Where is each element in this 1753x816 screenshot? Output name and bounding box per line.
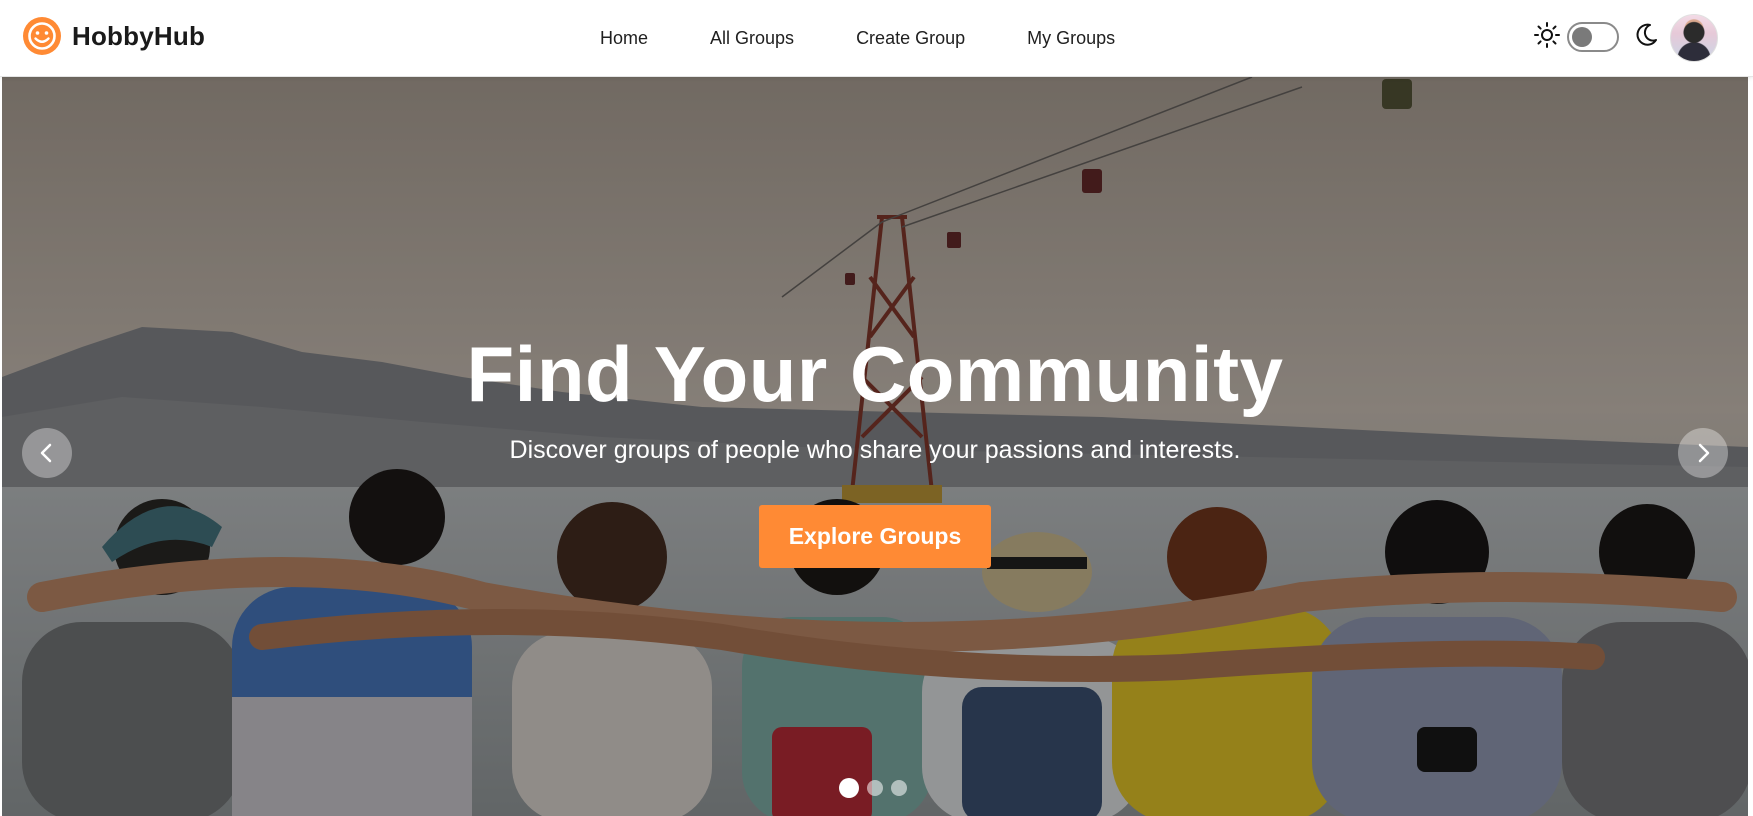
hero-subtitle: Discover groups of people who share your…	[509, 435, 1241, 464]
nav-link-all-groups[interactable]: All Groups	[710, 24, 794, 53]
moon-icon	[1636, 23, 1657, 46]
carousel-dot-2[interactable]	[867, 780, 883, 796]
smiley-face-icon	[23, 17, 61, 55]
nav-link-my-groups[interactable]: My Groups	[1027, 24, 1115, 53]
hero-title: Find Your Community	[466, 330, 1284, 418]
sun-icon	[1534, 22, 1560, 48]
toggle-knob	[1572, 27, 1592, 47]
brand-name: HobbyHub	[72, 20, 206, 51]
carousel-prev-button[interactable]	[22, 428, 72, 478]
hero-content: Find Your Community Discover groups of p…	[2, 330, 1748, 568]
theme-toggle[interactable]	[1567, 22, 1619, 52]
brand-home-link[interactable]: HobbyHub	[22, 16, 205, 56]
nav-link-create-group[interactable]: Create Group	[856, 24, 965, 53]
chevron-left-icon	[40, 443, 52, 463]
explore-groups-button[interactable]: Explore Groups	[758, 504, 992, 568]
user-avatar[interactable]	[1670, 14, 1718, 62]
chevron-right-icon	[1698, 443, 1710, 463]
top-navbar: HobbyHub Home All Groups Create Group My…	[0, 0, 1753, 77]
carousel-dot-1[interactable]	[839, 778, 859, 798]
carousel-dot-3[interactable]	[891, 780, 907, 796]
nav-link-home[interactable]: Home	[600, 24, 648, 53]
main-nav: Home All Groups Create Group My Groups	[600, 24, 1115, 53]
carousel-dots	[839, 778, 907, 798]
hero-carousel: Find Your Community Discover groups of p…	[2, 77, 1748, 816]
carousel-next-button[interactable]	[1678, 428, 1728, 478]
nav-actions	[1533, 0, 1753, 77]
